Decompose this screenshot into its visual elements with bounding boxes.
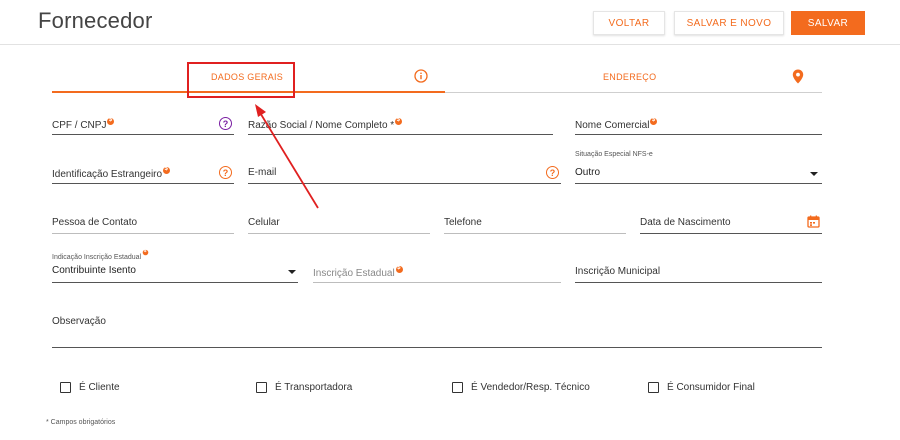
chevron-down-icon <box>810 172 818 176</box>
data-nascimento-label: Data de Nascimento <box>640 217 731 228</box>
info-icon <box>414 69 428 85</box>
checkbox-box[interactable] <box>256 382 267 393</box>
checkbox-e-transportadora[interactable]: É Transportadora <box>256 382 352 393</box>
help-icon[interactable]: ? <box>546 166 559 179</box>
identificacao-estrangeiro-label: Identificação Estrangeiro <box>52 169 163 180</box>
required-icon <box>395 117 403 125</box>
indicacao-ie-select[interactable]: Indicação Inscrição Estadual Contribuint… <box>52 249 298 283</box>
salvar-button[interactable]: SALVAR <box>791 11 865 35</box>
razao-social-field[interactable]: Razão Social / Nome Completo * <box>248 112 553 135</box>
checkbox-box[interactable] <box>648 382 659 393</box>
indicacao-ie-value: Contribuinte Isento <box>52 265 136 276</box>
telefone-field[interactable]: Telefone <box>444 210 626 234</box>
required-icon <box>163 166 171 174</box>
data-nascimento-field[interactable]: Data de Nascimento <box>640 210 822 234</box>
celular-label: Celular <box>248 217 280 228</box>
inscricao-municipal-field[interactable]: Inscrição Municipal <box>575 259 822 283</box>
help-icon[interactable]: ? <box>219 117 232 130</box>
checkbox-e-cliente[interactable]: É Cliente <box>60 382 120 393</box>
razao-social-label: Razão Social / Nome Completo * <box>248 120 395 131</box>
help-icon[interactable]: ? <box>219 166 232 179</box>
situacao-nfse-label: Situação Especial NFS-e <box>575 151 653 158</box>
tab-endereco[interactable]: ENDEREÇO <box>445 63 822 93</box>
observacao-field[interactable]: Observação <box>52 309 822 348</box>
checkbox-label: É Cliente <box>79 382 120 393</box>
required-fields-note: * Campos obrigatórios <box>46 419 116 426</box>
checkbox-e-vendedor[interactable]: É Vendedor/Resp. Técnico <box>452 382 590 393</box>
nome-comercial-label: Nome Comercial <box>575 120 650 131</box>
email-field[interactable]: E-mail ? <box>248 160 561 184</box>
calendar-icon[interactable] <box>807 215 820 233</box>
pessoa-contato-field[interactable]: Pessoa de Contato <box>52 210 234 234</box>
required-icon <box>395 265 403 273</box>
checkbox-label: É Vendedor/Resp. Técnico <box>471 382 590 393</box>
location-pin-icon <box>792 69 804 86</box>
inscricao-estadual-field[interactable]: Inscrição Estadual <box>313 259 561 283</box>
pessoa-contato-label: Pessoa de Contato <box>52 217 138 228</box>
situacao-nfse-select[interactable]: Situação Especial NFS-e Outro <box>575 151 822 184</box>
required-icon <box>650 117 658 125</box>
tab-inactive-underline <box>445 92 822 93</box>
situacao-nfse-value: Outro <box>575 167 601 178</box>
checkbox-box[interactable] <box>452 382 463 393</box>
observacao-label: Observação <box>52 316 106 327</box>
cpf-cnpj-field[interactable]: CPF / CNPJ ? <box>52 112 234 135</box>
required-icon <box>107 117 115 125</box>
identificacao-estrangeiro-field[interactable]: Identificação Estrangeiro ? <box>52 160 234 184</box>
voltar-button[interactable]: VOLTAR <box>593 11 665 35</box>
inscricao-estadual-label: Inscrição Estadual <box>313 268 395 279</box>
annotation-highlight-box <box>187 62 295 98</box>
nome-comercial-field[interactable]: Nome Comercial <box>575 112 822 135</box>
tab-endereco-label: ENDEREÇO <box>603 72 657 82</box>
telefone-label: Telefone <box>444 217 482 228</box>
header-divider <box>0 44 900 45</box>
checkbox-label: É Transportadora <box>275 382 353 393</box>
indicacao-ie-label: Indicação Inscrição Estadual <box>52 254 142 261</box>
checkbox-label: É Consumidor Final <box>667 382 755 393</box>
cpf-cnpj-label: CPF / CNPJ <box>52 120 107 131</box>
required-icon <box>142 249 149 256</box>
email-label: E-mail <box>248 167 277 178</box>
celular-field[interactable]: Celular <box>248 210 430 234</box>
checkbox-box[interactable] <box>60 382 71 393</box>
page-title: Fornecedor <box>38 8 153 33</box>
chevron-down-icon <box>288 270 296 274</box>
checkbox-e-consumidor-final[interactable]: É Consumidor Final <box>648 382 755 393</box>
salvar-e-novo-button[interactable]: SALVAR E NOVO <box>674 11 784 35</box>
inscricao-municipal-label: Inscrição Municipal <box>575 266 661 277</box>
